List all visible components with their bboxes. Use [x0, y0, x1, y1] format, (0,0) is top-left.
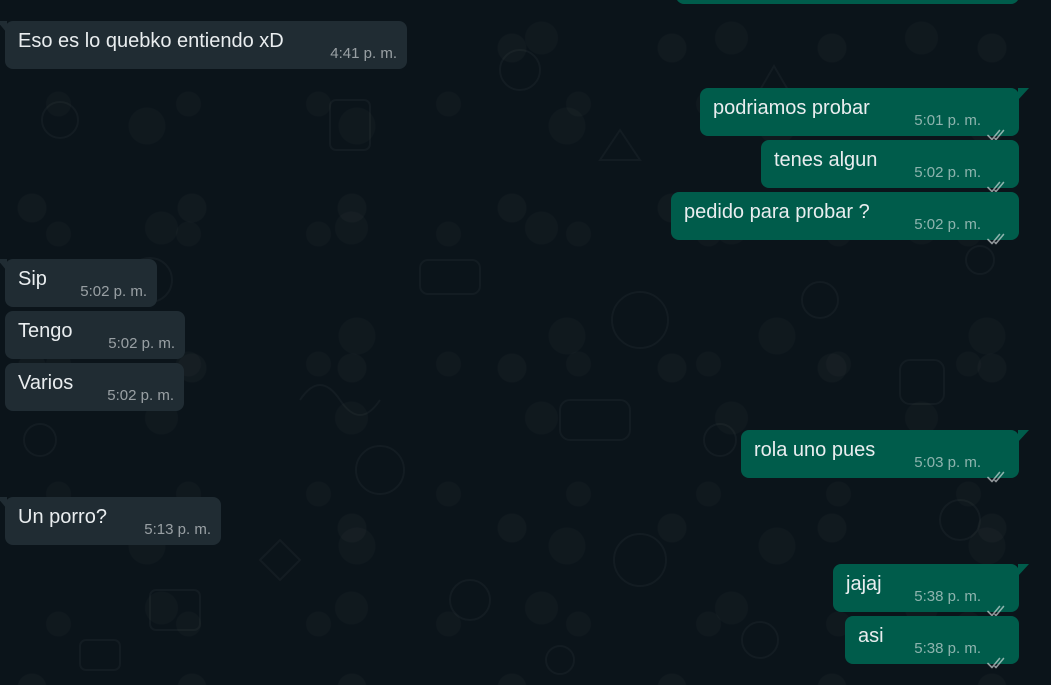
message-text: rola uno pues	[754, 439, 876, 461]
message-text: Varios	[18, 372, 74, 394]
message-time: 5:02 p. m.	[914, 164, 981, 181]
message-time: 5:38 p. m.	[914, 588, 981, 605]
message-time: 5:02 p. m.	[914, 216, 981, 233]
message-meta: 5:02 p. m.	[914, 149, 1009, 197]
double-check-icon	[987, 114, 1009, 141]
bubble-tail	[0, 259, 7, 271]
message-text: Sip	[18, 268, 47, 290]
outgoing-message[interactable]: jajaj 5:38 p. m.	[833, 564, 1029, 617]
message-text: Eso es lo quebko entiendo xD	[18, 30, 284, 52]
message-time: 5:13 p. m.	[144, 521, 211, 538]
outgoing-message[interactable]: podriamos probar 5:01 p. m.	[700, 88, 1029, 141]
message-meta: 5:03 p. m.	[914, 439, 1009, 487]
message-meta: 5:02 p. m.	[80, 268, 147, 316]
outgoing-message[interactable]: rola uno pues 5:03 p. m.	[741, 430, 1029, 483]
message-text: jajaj	[846, 573, 882, 595]
message-time: 5:02 p. m.	[107, 387, 174, 404]
message-meta: 5:02 p. m.	[108, 320, 175, 368]
bubble-tail	[1018, 564, 1029, 576]
double-check-icon	[987, 590, 1009, 617]
double-check-icon	[987, 218, 1009, 245]
message-meta: 5:13 p. m.	[144, 506, 211, 554]
bubble-tail	[1018, 88, 1029, 100]
message-text: pedido para probar ?	[684, 201, 870, 223]
message-time: 4:41 p. m.	[330, 45, 397, 62]
message-meta: 5:38 p. m.	[914, 573, 1009, 621]
outgoing-bubble-partial	[676, 0, 1019, 4]
message-meta: 5:02 p. m.	[107, 372, 174, 420]
message-meta: 5:02 p. m.	[914, 201, 1009, 249]
incoming-message[interactable]: Varios 5:02 p. m.	[5, 363, 184, 411]
incoming-message[interactable]: Sip 5:02 p. m.	[0, 259, 157, 307]
double-check-icon	[987, 456, 1009, 483]
chat-area[interactable]: Eso es lo quebko entiendo xD 4:41 p. m. po…	[0, 0, 1051, 685]
outgoing-message[interactable]: pedido para probar ? 5:02 p. m.	[671, 192, 1019, 245]
message-time: 5:02 p. m.	[80, 283, 147, 300]
message-text: podriamos probar	[713, 97, 870, 119]
incoming-message[interactable]: Eso es lo quebko entiendo xD 4:41 p. m.	[0, 21, 407, 69]
bubble-tail	[1018, 430, 1029, 442]
double-check-icon	[987, 166, 1009, 193]
incoming-message[interactable]: Tengo 5:02 p. m.	[5, 311, 185, 359]
message-time: 5:38 p. m.	[914, 640, 981, 657]
message-text: tenes algun	[774, 149, 878, 171]
double-check-icon	[987, 642, 1009, 669]
message-text: asi	[858, 625, 884, 647]
outgoing-message[interactable]: asi 5:38 p. m.	[845, 616, 1019, 669]
outgoing-message[interactable]: tenes algun 5:02 p. m.	[761, 140, 1019, 193]
message-time: 5:01 p. m.	[914, 112, 981, 129]
message-time: 5:03 p. m.	[914, 454, 981, 471]
bubble-tail	[0, 497, 7, 509]
bubble-tail	[0, 21, 7, 33]
incoming-message[interactable]: Un porro? 5:13 p. m.	[0, 497, 221, 545]
message-text: Un porro?	[18, 506, 107, 528]
message-meta: 5:38 p. m.	[914, 625, 1009, 673]
message-time: 5:02 p. m.	[108, 335, 175, 352]
message-meta: 5:01 p. m.	[914, 97, 1009, 145]
message-meta: 4:41 p. m.	[330, 30, 397, 78]
message-text: Tengo	[18, 320, 73, 342]
